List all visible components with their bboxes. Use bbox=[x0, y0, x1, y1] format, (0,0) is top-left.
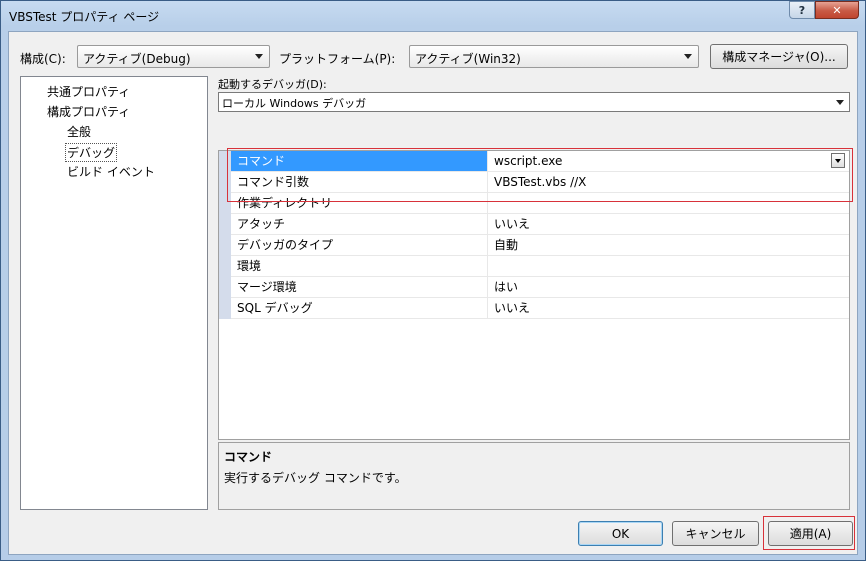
config-label: 構成(C): bbox=[20, 52, 66, 66]
highlight-box-apply bbox=[763, 516, 855, 550]
property-row-attach[interactable]: アタッチ いいえ bbox=[231, 214, 849, 235]
chevron-down-icon bbox=[836, 100, 844, 105]
ok-button[interactable]: OK bbox=[578, 521, 663, 546]
property-name: SQL デバッグ bbox=[231, 298, 488, 318]
tree-item-common-properties[interactable]: 共通プロパティ bbox=[47, 83, 130, 100]
window-title: VBSTest プロパティ ページ bbox=[9, 10, 160, 24]
property-row-sql-debugging[interactable]: SQL デバッグ いいえ bbox=[231, 298, 849, 319]
tree-item-configuration-properties[interactable]: 構成プロパティ bbox=[47, 103, 130, 120]
help-button[interactable]: ? bbox=[789, 1, 815, 19]
configuration-manager-button[interactable]: 構成マネージャ(O)... bbox=[710, 44, 848, 69]
debugger-dropdown[interactable]: ローカル Windows デバッガ bbox=[218, 92, 850, 112]
highlight-box-command-rows bbox=[227, 148, 853, 202]
config-value: アクティブ(Debug) bbox=[83, 52, 191, 66]
property-name: マージ環境 bbox=[231, 277, 488, 297]
property-description-panel: コマンド 実行するデバッグ コマンドです。 bbox=[218, 442, 850, 510]
config-dropdown[interactable]: アクティブ(Debug) bbox=[77, 45, 270, 68]
close-button[interactable]: ✕ bbox=[815, 1, 859, 19]
title-buttons: ? ✕ bbox=[789, 1, 859, 19]
property-name: デバッガのタイプ bbox=[231, 235, 488, 255]
property-tree: 共通プロパティ 構成プロパティ 全般 デバッグ ビルド イベント bbox=[20, 76, 208, 510]
dialog-client-area: 構成(C): アクティブ(Debug) プラットフォーム(P): アクティブ(W… bbox=[8, 31, 858, 555]
property-value[interactable]: はい bbox=[489, 277, 849, 297]
configuration-toolbar: 構成(C): アクティブ(Debug) プラットフォーム(P): アクティブ(W… bbox=[9, 44, 857, 70]
tree-item-general[interactable]: 全般 bbox=[67, 123, 91, 140]
debugger-value: ローカル Windows デバッガ bbox=[222, 97, 367, 110]
cancel-button[interactable]: キャンセル bbox=[672, 521, 759, 546]
chevron-down-icon bbox=[684, 54, 692, 59]
title-bar[interactable]: VBSTest プロパティ ページ ? ✕ bbox=[1, 1, 865, 31]
platform-label: プラットフォーム(P): bbox=[279, 52, 396, 66]
property-value[interactable]: いいえ bbox=[489, 298, 849, 318]
property-name: 環境 bbox=[231, 256, 488, 276]
property-value[interactable]: 自動 bbox=[489, 235, 849, 255]
description-text: 実行するデバッグ コマンドです。 bbox=[224, 471, 407, 485]
property-row-environment[interactable]: 環境 bbox=[231, 256, 849, 277]
debugger-label: 起動するデバッガ(D): bbox=[218, 78, 327, 91]
platform-value: アクティブ(Win32) bbox=[415, 52, 521, 66]
property-row-debugger-type[interactable]: デバッガのタイプ 自動 bbox=[231, 235, 849, 256]
property-value[interactable]: いいえ bbox=[489, 214, 849, 234]
platform-dropdown[interactable]: アクティブ(Win32) bbox=[409, 45, 699, 68]
description-title: コマンド bbox=[224, 450, 273, 464]
chevron-down-icon bbox=[255, 54, 263, 59]
tree-item-build-events[interactable]: ビルド イベント bbox=[67, 163, 155, 180]
property-row-merge-environment[interactable]: マージ環境 はい bbox=[231, 277, 849, 298]
debug-settings-pane: 起動するデバッガ(D): ローカル Windows デバッガ コマンド wscr… bbox=[218, 76, 850, 510]
tree-item-debugging[interactable]: デバッグ bbox=[65, 143, 118, 162]
property-pages-window: VBSTest プロパティ ページ ? ✕ 構成(C): アクティブ(Debug… bbox=[0, 0, 866, 561]
property-value[interactable] bbox=[489, 256, 849, 276]
property-name: アタッチ bbox=[231, 214, 488, 234]
